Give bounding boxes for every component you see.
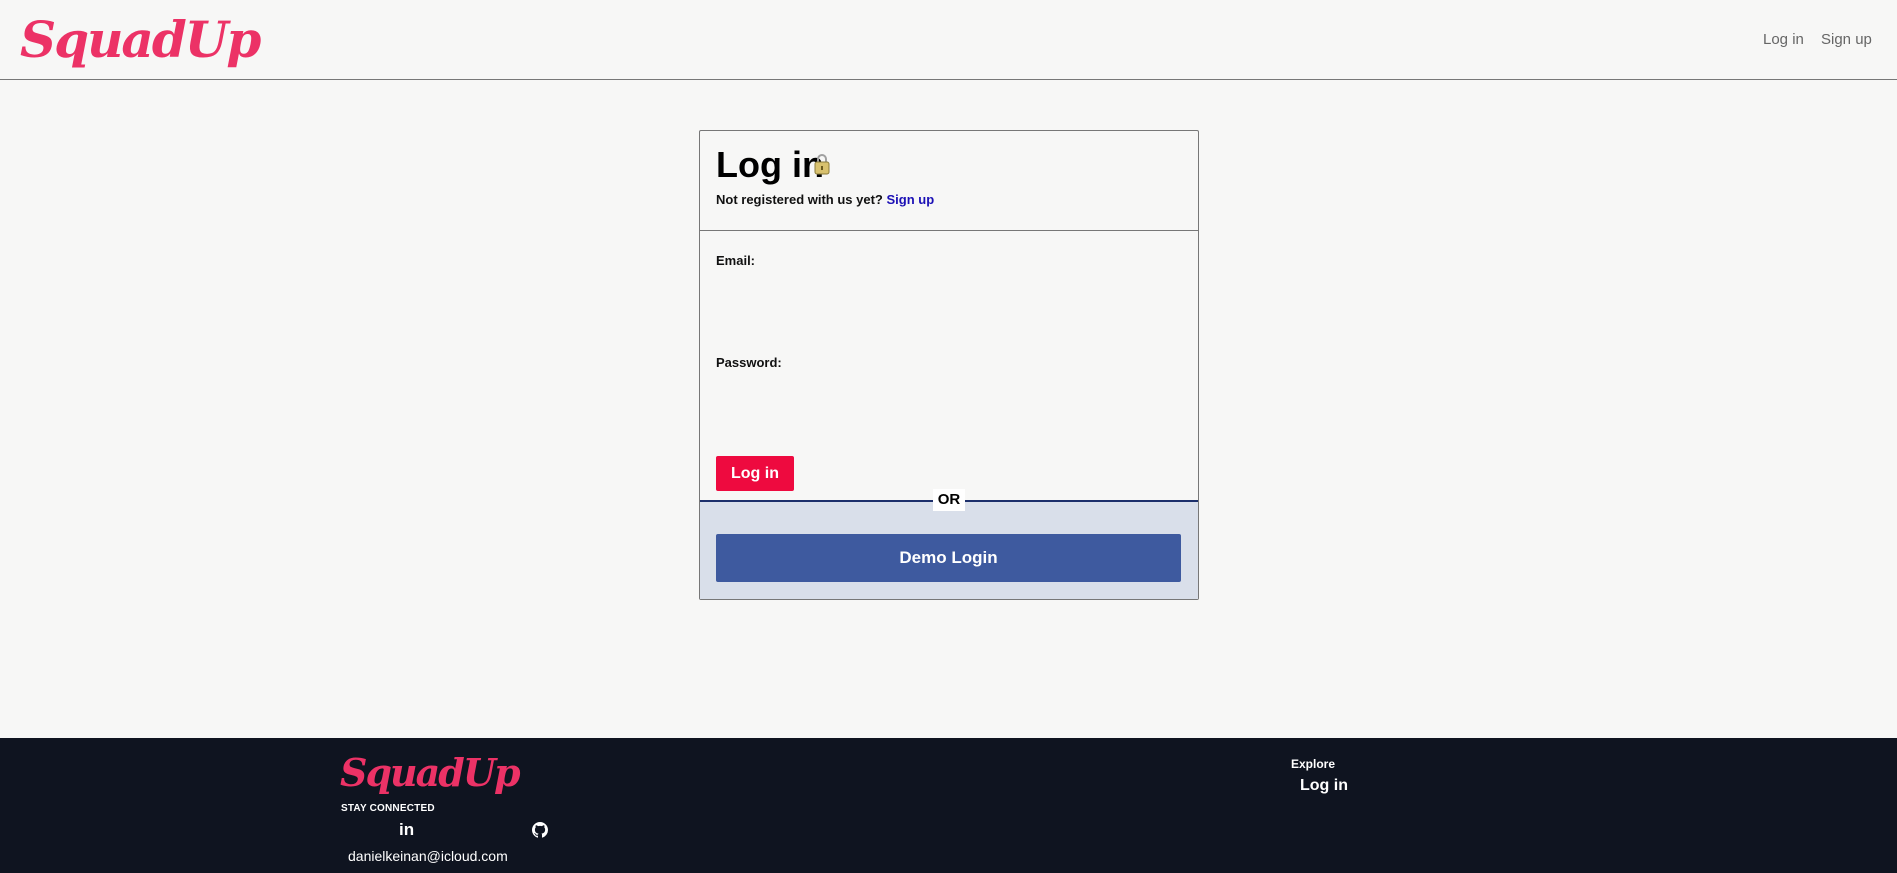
password-input[interactable] bbox=[716, 379, 1182, 413]
signup-prompt-text: Not registered with us yet? bbox=[716, 192, 883, 207]
nav-signup-link[interactable]: Sign up bbox=[1821, 30, 1872, 50]
top-navbar: SquadUp Log in Sign up bbox=[0, 0, 1897, 80]
lock-icon bbox=[814, 153, 830, 175]
github-icon[interactable] bbox=[532, 822, 548, 838]
stay-connected-heading: STAY CONNECTED bbox=[341, 803, 435, 814]
demo-login-button[interactable]: Demo Login bbox=[716, 534, 1181, 582]
linkedin-icon[interactable]: in bbox=[399, 820, 414, 840]
explore-heading: Explore bbox=[1291, 757, 1336, 771]
contact-email: danielkeinan@icloud.com bbox=[348, 848, 508, 864]
nav-login-link[interactable]: Log in bbox=[1763, 30, 1804, 50]
login-card-header: Log in Not registered with us yet? Sign … bbox=[700, 131, 1198, 231]
login-card: Log in Not registered with us yet? Sign … bbox=[699, 130, 1199, 600]
email-label: Email: bbox=[716, 253, 756, 268]
signup-link[interactable]: Sign up bbox=[887, 192, 935, 207]
login-button[interactable]: Log in bbox=[716, 456, 794, 491]
footer: SquadUp STAY CONNECTED in danielkeinan@i… bbox=[0, 738, 1897, 873]
email-input[interactable] bbox=[716, 277, 1182, 311]
footer-login-link[interactable]: Log in bbox=[1300, 777, 1348, 795]
password-label: Password: bbox=[716, 355, 782, 370]
or-divider: OR bbox=[933, 489, 965, 511]
footer-brand-logo: SquadUp bbox=[340, 750, 521, 795]
signup-prompt: Not registered with us yet? Sign up bbox=[716, 192, 934, 208]
login-title: Log in bbox=[716, 144, 824, 185]
brand-logo[interactable]: SquadUp bbox=[20, 10, 261, 70]
